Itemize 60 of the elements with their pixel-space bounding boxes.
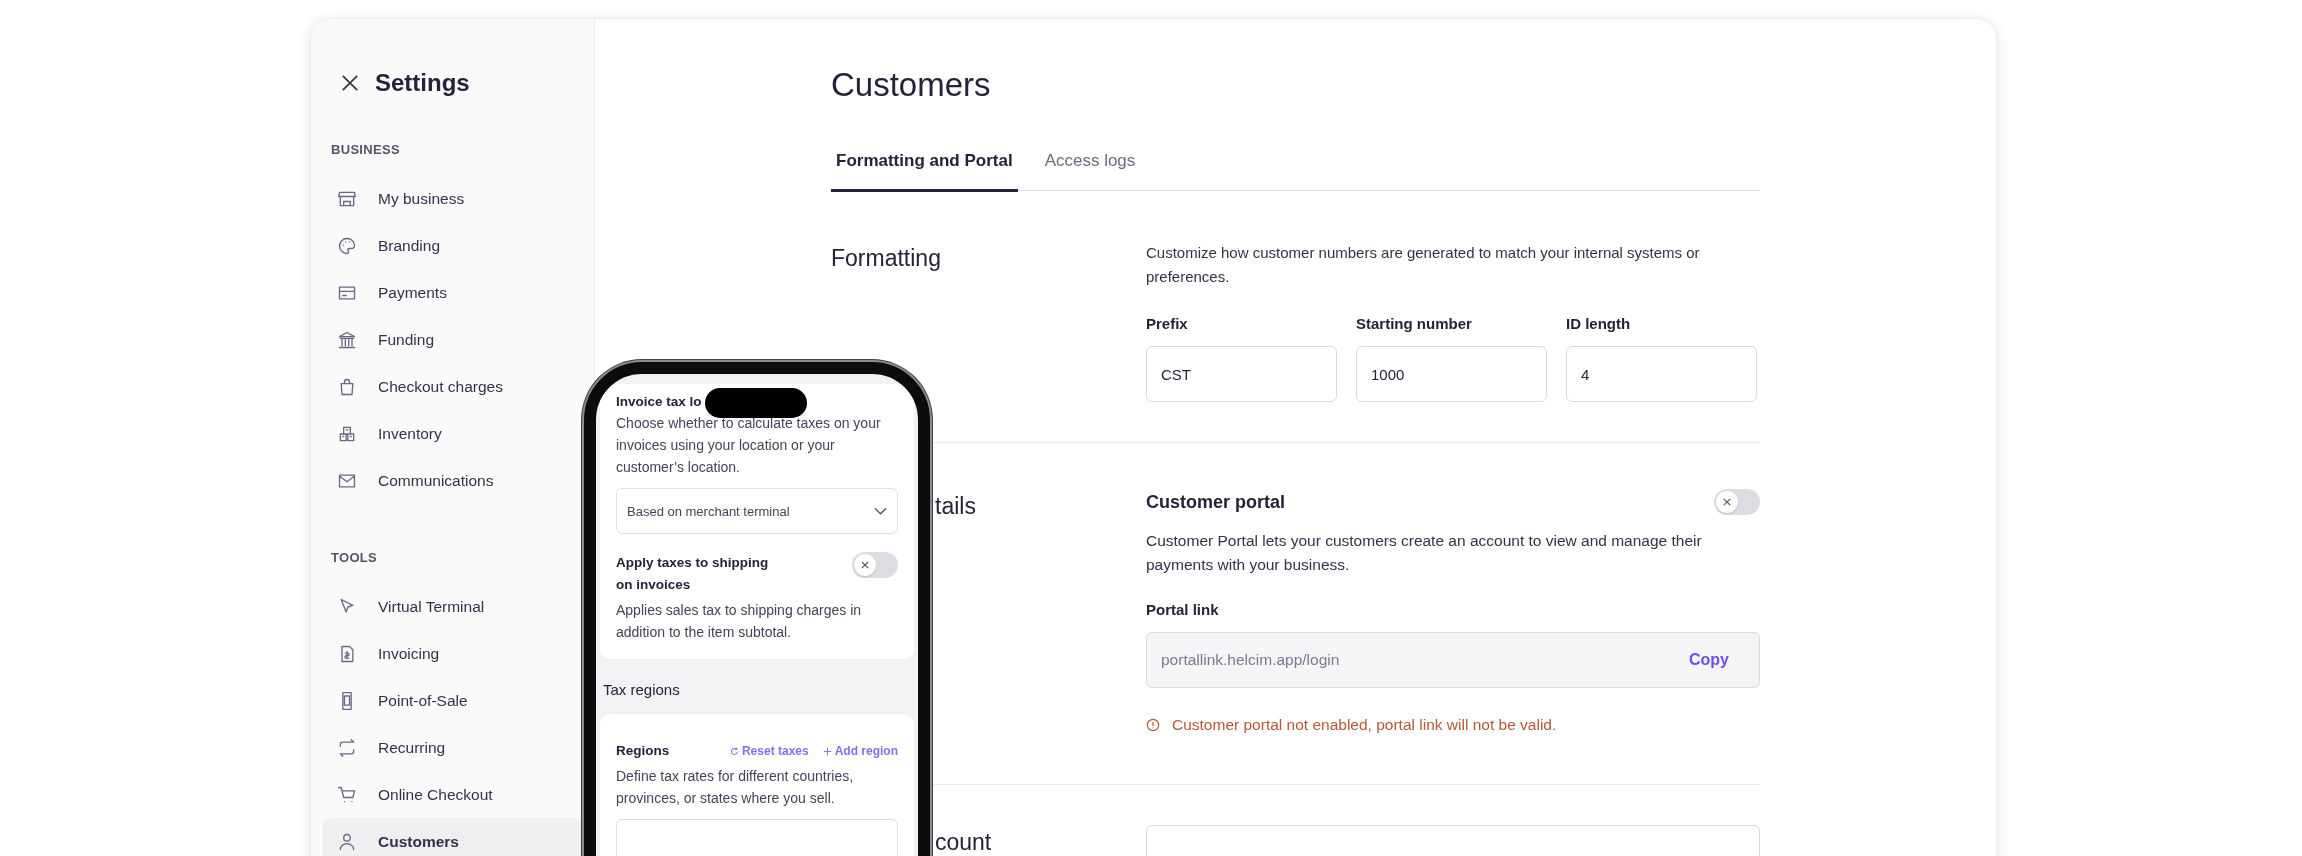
sidebar-item[interactable]: Virtual Terminal [323, 583, 582, 630]
input-field[interactable] [616, 819, 898, 856]
link-field[interactable]: portallink.helcim.app/login Copy [1146, 632, 1760, 688]
sidebar-item[interactable]: Funding [323, 316, 582, 363]
input-field[interactable]: CST [1146, 346, 1337, 402]
sidebar-item[interactable]: Invoicing [323, 630, 582, 677]
input-field[interactable]: 1000 [1356, 346, 1547, 402]
section-heading: Formatting [831, 244, 942, 272]
toggle-switch[interactable] [852, 552, 898, 578]
card-title: Invoice tax lo [616, 394, 703, 409]
section-heading: BUSINESS [330, 142, 401, 157]
section-heading: tails [935, 492, 976, 520]
person-icon [337, 831, 357, 852]
repeat-icon [337, 737, 357, 758]
select-field[interactable]: Based on merchant terminal [616, 488, 898, 534]
description: Customer Portal lets your customers create an account to view and manage their payments with your business. [1146, 531, 1703, 575]
section-heading: TOOLS [330, 550, 379, 565]
sidebar-item[interactable]: Recurring [323, 724, 582, 771]
description: Customize how customer numbers are generated to match your internal systems or preferences. [1146, 243, 1701, 287]
palette-icon [337, 235, 357, 256]
warning-message: Customer portal not enabled, portal link will not be valid. [1172, 716, 1557, 734]
sidebar-item[interactable]: Branding [323, 222, 582, 269]
field-label: Portal link [1146, 601, 1220, 618]
sidebar-item[interactable]: Communications [323, 457, 582, 504]
copy-button[interactable]: Copy [1689, 647, 1729, 673]
sidebar-item[interactable]: Online Checkout [323, 771, 582, 818]
close-icon [1723, 498, 1731, 506]
close-icon[interactable] [341, 74, 359, 92]
card-title: Regions [616, 742, 670, 760]
toggle-switch[interactable] [1714, 489, 1760, 515]
tab[interactable]: Formatting and Portal [831, 145, 1018, 192]
add-link[interactable]: Add region [822, 744, 898, 758]
description: Choose whether to calculate taxes on your invoices using your location or your customer’s location. [616, 414, 882, 477]
sidebar-item[interactable]: Inventory [323, 410, 582, 457]
bank-icon [337, 329, 357, 350]
section-heading: Tax regions [602, 680, 681, 700]
reset-link[interactable]: Reset taxes [729, 744, 809, 758]
sidebar-item[interactable]: Point-of-Sale [323, 677, 582, 724]
sidebar-item[interactable]: Payments [323, 269, 582, 316]
settings-title: Settings [375, 69, 470, 97]
page-title: Customers [831, 66, 992, 104]
sidebar-item[interactable]: Customers [323, 818, 582, 856]
field-label: Prefix [1146, 315, 1189, 332]
portal-title: Customer portal [1146, 491, 1286, 513]
field-label: Starting number [1356, 315, 1473, 332]
description: Applies sales tax to shipping charges in addition to the item subtotal. [616, 601, 863, 642]
refresh-icon [729, 746, 739, 756]
cart-icon [337, 784, 357, 805]
tab[interactable]: Access logs [1039, 145, 1141, 192]
section-heading: count [935, 828, 992, 856]
field-label: ID length [1566, 315, 1632, 332]
description: Define tax rates for different countries, provinces, or states where you sell. [616, 767, 855, 808]
warning-icon [1146, 718, 1160, 732]
chevron-down-icon [874, 507, 887, 515]
plus-icon [822, 746, 832, 756]
close-icon [861, 561, 869, 569]
sidebar-item[interactable]: My business [323, 175, 582, 222]
sidebar-item[interactable]: Checkout charges [323, 363, 582, 410]
input-field[interactable]: 4 [1566, 346, 1757, 402]
setting-title: Apply taxes to shipping on invoices [616, 554, 770, 594]
